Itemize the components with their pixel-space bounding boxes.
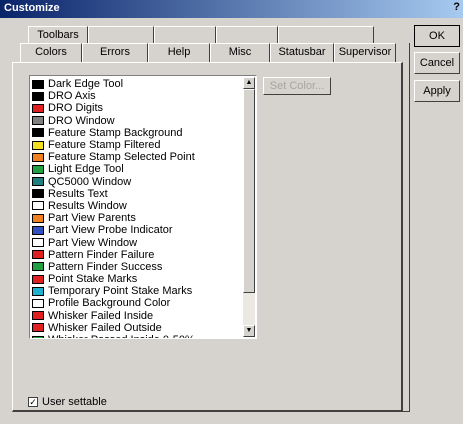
color-swatch <box>32 152 44 162</box>
color-swatch <box>32 323 44 333</box>
color-item-label: Feature Stamp Background <box>48 126 183 139</box>
color-item-label: DRO Window <box>48 114 115 127</box>
color-swatch <box>32 213 44 223</box>
color-swatch <box>32 177 44 187</box>
color-list-item[interactable]: Feature Stamp Filtered <box>32 139 244 151</box>
tab-statusbar[interactable]: Statusbar <box>270 43 334 62</box>
color-items: Dark Edge Tool DRO Axis DRO Digits DRO Wind… <box>32 78 244 338</box>
color-list-item[interactable]: Feature Stamp Background <box>32 127 244 139</box>
color-swatch <box>32 225 44 235</box>
color-item-label: DRO Digits <box>48 102 104 115</box>
color-list-item[interactable]: DRO Window <box>32 115 244 127</box>
color-item-label: Whisker Passed Inside 0-50% <box>48 334 195 338</box>
color-swatch <box>32 116 44 126</box>
tab-row-front: Colors Errors Help Misc Statusbar Superv… <box>20 43 396 62</box>
color-item-label: Part View Window <box>48 236 138 249</box>
list-scrollbar[interactable]: ▲ ▼ <box>243 77 255 337</box>
color-swatch <box>32 262 44 272</box>
color-list-item[interactable]: Point Stake Marks <box>32 273 244 285</box>
color-item-label: Whisker Failed Outside <box>48 321 162 334</box>
color-swatch <box>32 91 44 101</box>
scroll-thumb[interactable] <box>243 89 255 293</box>
tab-errors[interactable]: Errors <box>82 43 148 62</box>
color-item-label: Light Edge Tool <box>48 163 124 176</box>
help-icon[interactable]: ? <box>453 1 460 13</box>
color-list-item[interactable]: Results Text <box>32 188 244 200</box>
color-list-item[interactable]: Whisker Passed Inside 0-50% <box>32 334 244 338</box>
checkbox-check-icon[interactable]: ✓ <box>28 397 38 407</box>
color-list-item[interactable]: Part View Window <box>32 236 244 249</box>
color-swatch <box>32 128 44 138</box>
color-list-item[interactable]: Pattern Finder Failure <box>32 249 244 261</box>
apply-button[interactable]: Apply <box>414 80 460 102</box>
color-swatch <box>32 298 44 308</box>
color-item-label: Part View Probe Indicator <box>48 224 173 237</box>
tab-supervisor[interactable]: Supervisor <box>334 43 396 62</box>
color-item-label: Whisker Failed Inside <box>48 309 154 322</box>
scroll-down-icon[interactable]: ▼ <box>243 325 255 337</box>
color-item-label: Dark Edge Tool <box>48 78 124 91</box>
tab-misc[interactable]: Misc <box>210 43 270 62</box>
color-list-item[interactable]: Pattern Finder Success <box>32 261 244 273</box>
tab-colors[interactable]: Colors <box>20 43 82 62</box>
color-item-label: Part View Parents <box>48 212 136 225</box>
tab-help[interactable]: Help <box>148 43 210 62</box>
color-swatch <box>32 140 44 150</box>
color-swatch <box>32 250 44 260</box>
color-item-label: Feature Stamp Filtered <box>48 139 161 152</box>
color-list-item[interactable]: Part View Probe Indicator <box>32 224 244 236</box>
user-settable-label: User settable <box>42 396 107 408</box>
color-list-item[interactable]: Dark Edge Tool <box>32 78 244 90</box>
color-list-item[interactable]: DRO Axis <box>32 90 244 102</box>
color-item-label: DRO Axis <box>48 90 96 103</box>
color-swatch <box>32 238 44 248</box>
color-item-label: Results Window <box>48 199 127 212</box>
color-list-item[interactable]: Light Edge Tool <box>32 163 244 175</box>
color-swatch <box>32 201 44 211</box>
color-item-label: Pattern Finder Success <box>48 260 163 273</box>
color-swatch <box>32 274 44 284</box>
color-list-item[interactable]: Results Window <box>32 200 244 212</box>
color-item-label: Feature Stamp Selected Point <box>48 151 195 164</box>
color-item-label: Temporary Point Stake Marks <box>48 285 193 298</box>
color-item-label: Pattern Finder Failure <box>48 248 155 261</box>
color-list-item[interactable]: Feature Stamp Selected Point <box>32 151 244 163</box>
title-bar: Customize ? <box>0 0 463 18</box>
color-list-item[interactable]: QC5000 Window <box>32 176 244 188</box>
cancel-button[interactable]: Cancel <box>414 52 460 74</box>
color-swatch <box>32 311 44 321</box>
color-list-item[interactable]: Profile Background Color <box>32 297 244 309</box>
color-list-item[interactable]: DRO Digits <box>32 102 244 114</box>
color-list-item[interactable]: Temporary Point Stake Marks <box>32 285 244 297</box>
color-list-item[interactable]: Whisker Failed Inside <box>32 310 244 322</box>
color-list-item[interactable]: Whisker Failed Outside <box>32 322 244 334</box>
set-color-button[interactable]: Set Color... <box>263 77 331 95</box>
user-settable-checkbox[interactable]: ✓ User settable <box>28 396 107 408</box>
scroll-up-icon[interactable]: ▲ <box>243 77 255 89</box>
color-list-item[interactable]: Part View Parents <box>32 212 244 224</box>
color-swatch <box>32 79 44 89</box>
color-item-label: Profile Background Color <box>48 297 171 310</box>
window-title: Customize <box>4 2 60 14</box>
ok-button[interactable]: OK <box>414 25 460 47</box>
color-item-label: QC5000 Window <box>48 175 132 188</box>
color-swatch <box>32 286 44 296</box>
color-item-list[interactable]: Dark Edge Tool DRO Axis DRO Digits DRO Wind… <box>29 75 257 339</box>
color-swatch <box>32 189 44 199</box>
color-swatch <box>32 335 44 338</box>
color-item-label: Results Text <box>48 187 108 200</box>
color-item-label: Point Stake Marks <box>48 273 138 286</box>
color-swatch <box>32 164 44 174</box>
color-swatch <box>32 103 44 113</box>
